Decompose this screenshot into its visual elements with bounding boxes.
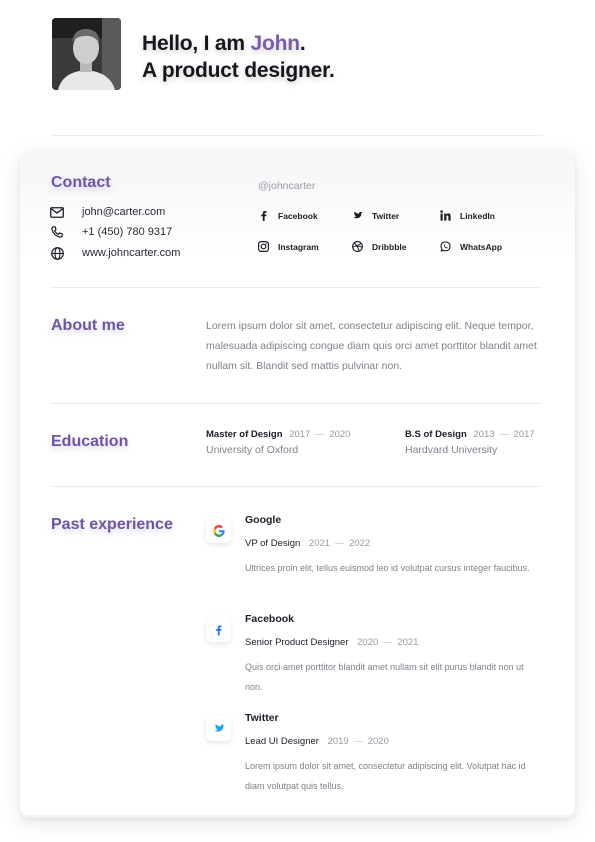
contact-email[interactable]: john@carter.com — [50, 205, 165, 219]
contact-title: Contact — [51, 174, 111, 191]
social-link-whatsapp[interactable]: WhatsApp — [440, 241, 502, 252]
facebook-icon — [206, 617, 231, 642]
greeting-line: Hello, I am John. — [142, 30, 335, 57]
social-link-dribbble[interactable]: Dribbble — [352, 241, 406, 252]
education-start-year: 2017 — [289, 429, 311, 440]
greeting-suffix: . — [299, 32, 306, 55]
experience-role: Senior Product Designer — [245, 637, 349, 648]
about-title: About me — [51, 317, 125, 334]
website-text: www.johncarter.com — [82, 247, 181, 259]
education-item: B.S of Design 2013 2017 Hardvard Universi… — [405, 429, 535, 456]
social-link-facebook[interactable]: Facebook — [258, 210, 318, 221]
social-label: Instagram — [278, 241, 319, 252]
social-label: LinkedIn — [460, 210, 495, 221]
education-title: Education — [51, 433, 129, 450]
experience-description: Lorem ipsum dolor sit amet, consectetur … — [245, 761, 526, 791]
linkedin-icon — [440, 210, 451, 221]
greeting-prefix: Hello, I am — [142, 32, 251, 55]
experience-end-year: 2020 — [367, 736, 389, 747]
phone-text: +1 (450) 780 9317 — [82, 226, 173, 238]
profile-photo — [52, 18, 121, 90]
section-divider — [51, 403, 542, 404]
section-divider — [51, 486, 542, 487]
education-end-year: 2017 — [513, 429, 535, 440]
social-link-linkedin[interactable]: LinkedIn — [440, 210, 495, 221]
experience-title: Past experience — [51, 516, 173, 533]
instagram-icon — [258, 241, 269, 252]
experience-role: Lead UI Designer — [245, 736, 319, 747]
whatsapp-icon — [440, 241, 451, 252]
twitter-icon — [206, 716, 231, 741]
experience-end-year: 2022 — [349, 538, 371, 549]
facebook-icon — [258, 210, 269, 221]
social-handle: @johncarter — [258, 180, 316, 192]
social-link-instagram[interactable]: Instagram — [258, 241, 319, 252]
education-degree: Master of Design — [206, 429, 283, 440]
header-divider — [52, 135, 543, 136]
resume-card: Contact john@carter.com +1 (450) 780 931… — [20, 152, 575, 818]
greeting-name: John — [250, 32, 300, 55]
section-divider — [51, 287, 542, 288]
experience-start-year: 2021 — [308, 538, 331, 549]
tagline: A product designer. — [142, 59, 335, 82]
experience-role: VP of Design — [245, 538, 301, 549]
experience-description: Quis orci amet porttitor blandit amet nu… — [245, 662, 524, 692]
contact-website[interactable]: www.johncarter.com — [50, 246, 180, 260]
experience-description: Ultrices proin elit, tellus euismod leo … — [245, 563, 530, 573]
education-item: Master of Design 2017 2020 University of … — [206, 429, 350, 456]
social-label: Dribbble — [372, 241, 407, 252]
mail-icon — [50, 205, 64, 219]
experience-start-year: 2019 — [327, 736, 349, 747]
google-icon — [206, 518, 231, 543]
email-text: john@carter.com — [82, 206, 166, 218]
education-degree: B.S of Design — [405, 429, 467, 440]
twitter-icon — [352, 210, 363, 221]
education-school: Hardvard University — [405, 444, 498, 456]
social-label: WhatsApp — [460, 241, 503, 252]
dribbble-icon — [352, 241, 363, 252]
about-text: Lorem ipsum dolor sit amet, consectetur … — [206, 320, 537, 372]
social-label: Facebook — [278, 210, 318, 221]
social-label: Twitter — [372, 210, 400, 221]
education-start-year: 2013 — [473, 429, 495, 440]
experience-company: Facebook — [245, 613, 295, 625]
social-link-twitter[interactable]: Twitter — [352, 210, 399, 221]
education-end-year: 2020 — [329, 429, 351, 440]
contact-phone[interactable]: +1 (450) 780 9317 — [50, 225, 172, 239]
phone-icon — [50, 225, 64, 239]
experience-start-year: 2020 — [357, 637, 379, 648]
experience-end-year: 2021 — [397, 637, 419, 648]
education-school: University of Oxford — [206, 444, 299, 456]
experience-company: Google — [245, 514, 282, 526]
globe-icon — [50, 246, 64, 260]
experience-company: Twitter — [245, 712, 279, 724]
greeting-heading: Hello, I am John. A product designer. — [142, 30, 335, 84]
